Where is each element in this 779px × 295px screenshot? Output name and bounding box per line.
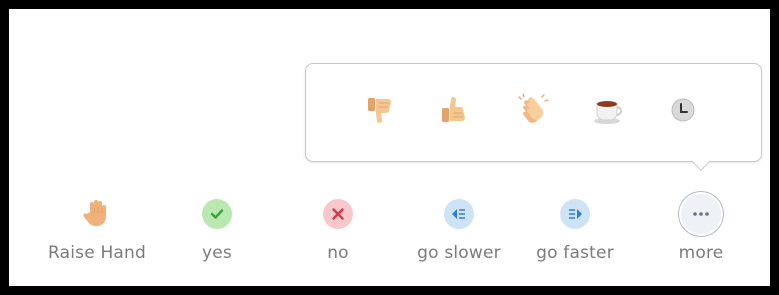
clapping-hands-icon (518, 93, 549, 123)
ellipsis-icon (679, 192, 723, 236)
go-faster-label: go faster (536, 243, 614, 263)
reaction-thumbs-up[interactable] (435, 90, 475, 130)
go-faster-button[interactable]: go faster (520, 189, 630, 279)
go-slower-button[interactable]: go slower (404, 189, 514, 279)
fast-forward-icon (560, 199, 590, 229)
nonverbal-feedback-panel: Raise Hand yes no go slower go faster mo… (9, 9, 770, 286)
checkmark-icon (202, 199, 232, 229)
x-icon (323, 199, 353, 229)
reaction-clap[interactable] (513, 90, 553, 130)
go-slower-label: go slower (417, 243, 501, 263)
yes-label: yes (202, 243, 232, 263)
reaction-thumbs-down[interactable] (361, 90, 401, 130)
no-label: no (327, 243, 349, 263)
reaction-away[interactable] (663, 90, 703, 130)
raised-hand-icon (80, 197, 114, 231)
raise-hand-label: Raise Hand (47, 243, 147, 263)
reactions-popover (305, 63, 762, 162)
reaction-coffee[interactable] (589, 90, 629, 130)
thumbs-down-icon (368, 98, 391, 124)
clock-icon (671, 98, 695, 122)
more-label: more (678, 243, 724, 263)
raise-hand-button[interactable]: Raise Hand (42, 189, 152, 279)
rewind-icon (444, 199, 474, 229)
more-button[interactable]: more (646, 189, 756, 279)
no-button[interactable]: no (283, 189, 393, 279)
thumbs-up-icon (442, 96, 465, 122)
yes-button[interactable]: yes (162, 189, 272, 279)
coffee-cup-icon (594, 101, 622, 124)
